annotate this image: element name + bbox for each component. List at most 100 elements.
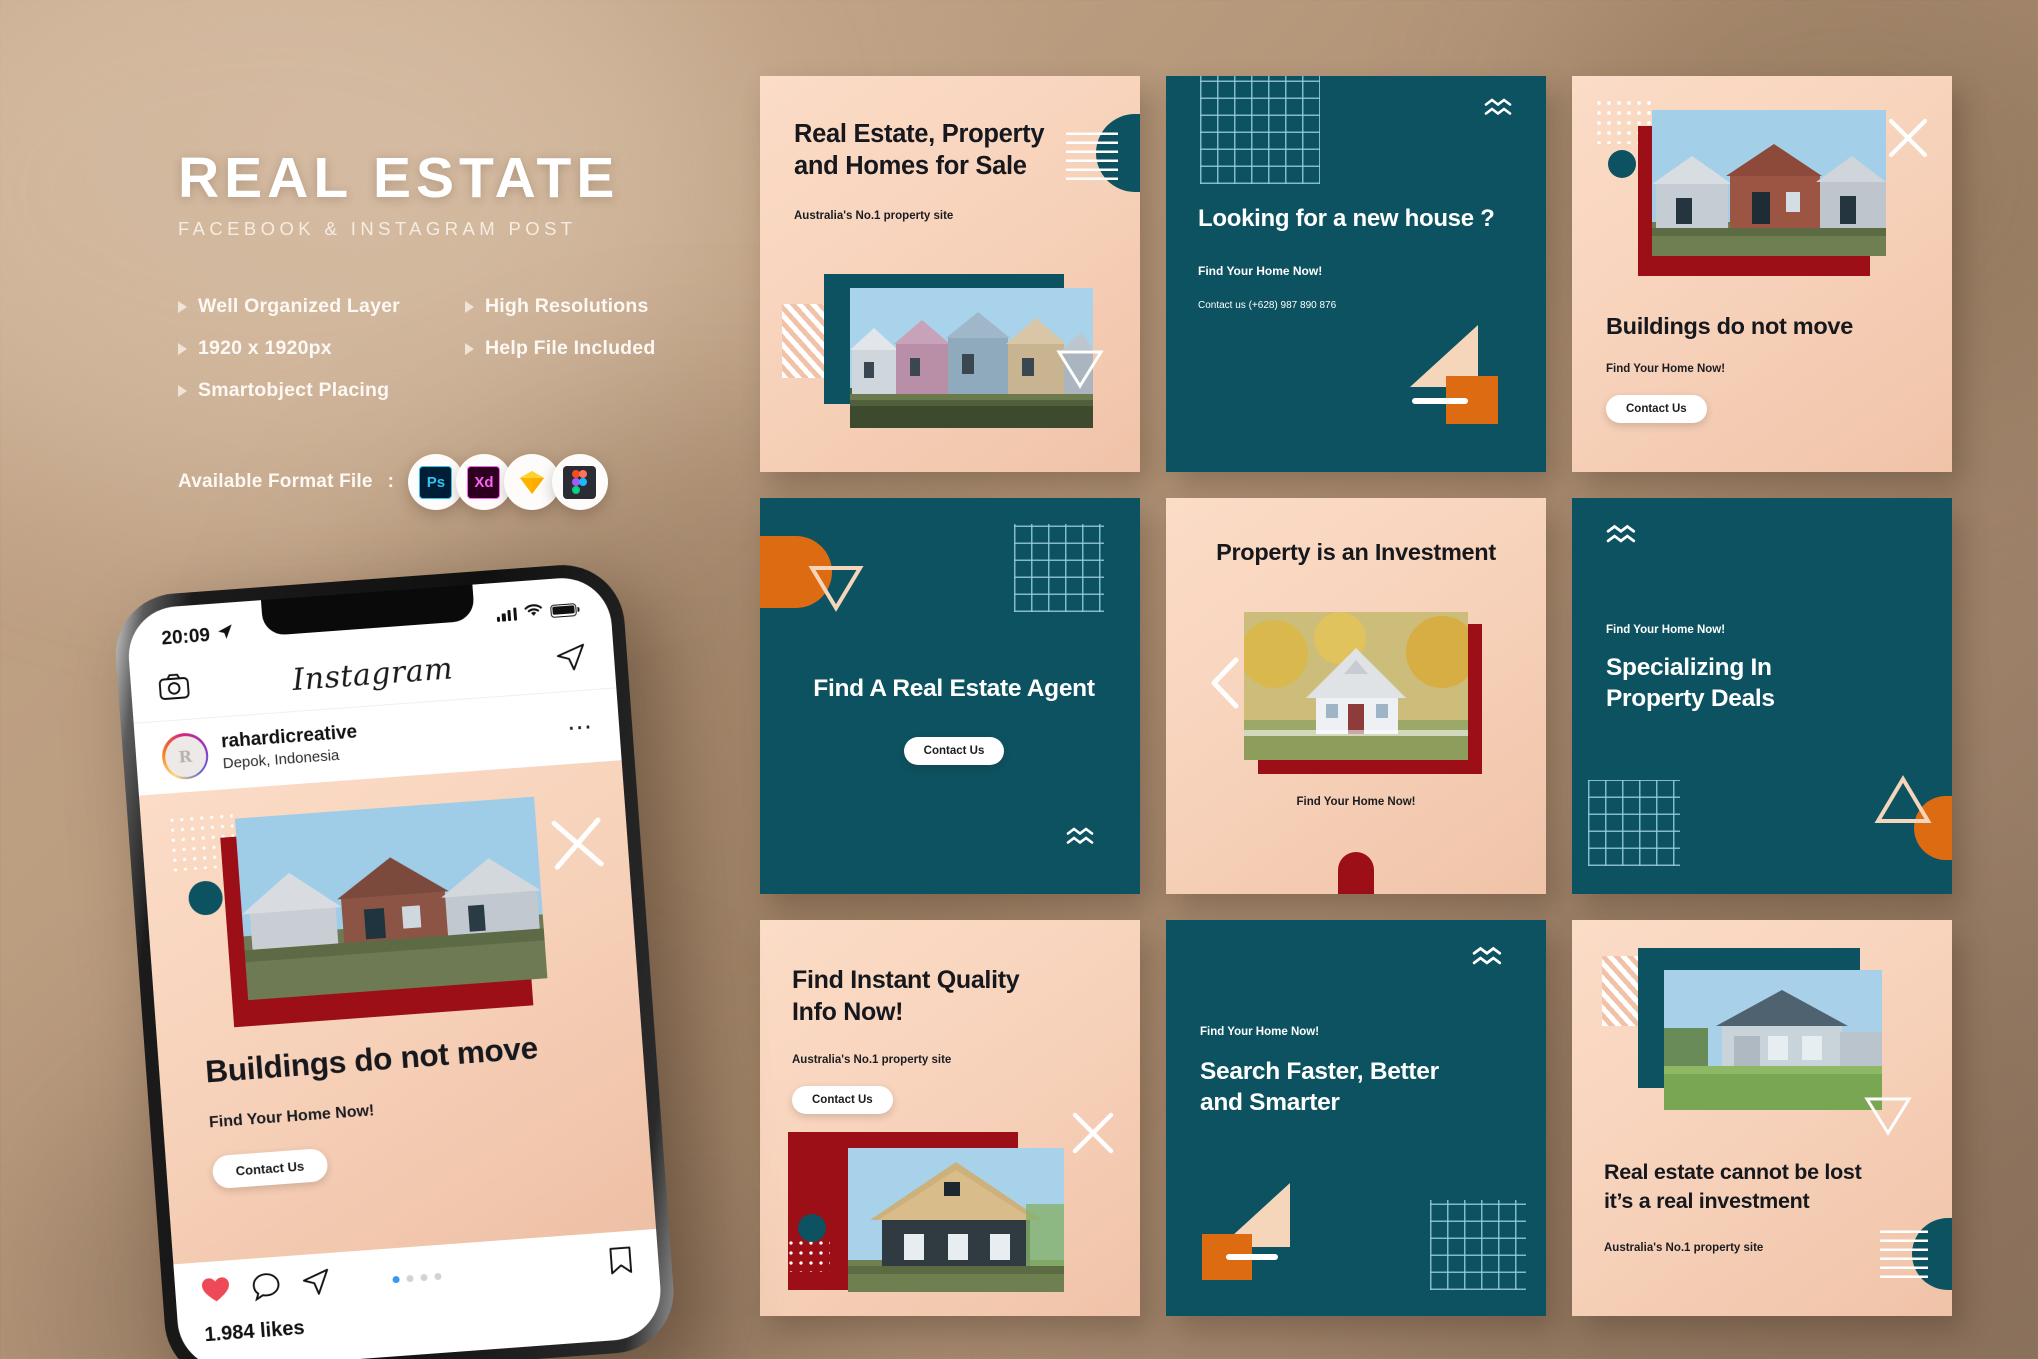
card-eyebrow: Find Your Home Now!	[1606, 624, 1726, 636]
phone-mockup: 20:09 Instagram R rahardicreative Depok,…	[111, 560, 688, 1359]
peach-triangle-decoration	[1408, 325, 1482, 398]
caret-right-icon	[465, 342, 474, 355]
card-title: Find A Real Estate Agent	[813, 675, 1095, 702]
contact-us-button[interactable]: Contact Us	[792, 1086, 893, 1114]
grid-pattern-decoration	[1200, 76, 1320, 184]
feature-list: Well Organized Layer 1920 x 1920px Smart…	[178, 295, 698, 402]
red-arch-decoration	[1338, 852, 1374, 894]
card-find-agent[interactable]: Find A Real Estate Agent Contact Us	[760, 498, 1140, 894]
orange-square-decoration	[1446, 376, 1498, 424]
cross-decoration	[1070, 1110, 1116, 1161]
contact-us-button[interactable]: Contact Us	[211, 1148, 329, 1190]
card-subtitle: Find Your Home Now!	[1198, 264, 1323, 278]
caret-right-icon	[465, 300, 474, 313]
card-search-faster[interactable]: Find Your Home Now! Search Faster, Bette…	[1166, 920, 1546, 1316]
feature-item: Smartobject Placing	[178, 379, 465, 402]
avatar[interactable]: R	[160, 731, 210, 781]
feature-label: Help File Included	[485, 337, 656, 359]
post-template-grid: Real Estate, Property and Homes for Sale…	[760, 76, 1952, 1316]
teal-circle-decoration	[1608, 150, 1636, 178]
feature-label: 1920 x 1920px	[198, 337, 332, 359]
phone-screen: 20:09 Instagram R rahardicreative Depok,…	[125, 574, 664, 1359]
signal-bars-icon	[496, 606, 518, 622]
contact-us-button[interactable]: Contact Us	[1606, 394, 1707, 423]
page-title: REAL ESTATE	[178, 146, 620, 210]
orange-square-decoration	[1202, 1234, 1252, 1280]
card-title: Real Estate, Property and Homes for Sale	[794, 120, 1045, 181]
page-subtitle: FACEBOOK & INSTAGRAM POST	[178, 218, 577, 239]
location-arrow-icon	[216, 623, 234, 646]
card-real-estate-cannot[interactable]: Real estate cannot be lost it’s a real i…	[1572, 920, 1952, 1316]
card-eyebrow: Find Your Home Now!	[1200, 1026, 1320, 1038]
white-bar-decoration	[1412, 398, 1468, 404]
format-badge-figma[interactable]	[551, 454, 608, 510]
paper-plane-icon[interactable]	[555, 643, 587, 678]
comment-icon[interactable]	[251, 1271, 281, 1306]
feature-label: Well Organized Layer	[198, 295, 400, 317]
diagonal-stripes-decoration	[782, 304, 838, 378]
wave-icon	[1472, 946, 1504, 973]
bookmark-icon[interactable]	[608, 1245, 633, 1280]
triangle-outline-decoration	[1874, 775, 1932, 830]
phone-body: 20:09 Instagram R rahardicreative Depok,…	[111, 560, 678, 1359]
card-title: Search Faster, Better and Smarter	[1200, 1058, 1439, 1117]
stripe-decoration	[1066, 126, 1118, 180]
carousel-pager[interactable]	[392, 1272, 442, 1283]
card-buildings-do-not-move[interactable]: Buildings do not move Find Your Home Now…	[1572, 76, 1952, 472]
post-image: Buildings do not move Find Your Home Now…	[138, 760, 657, 1265]
pager-dot[interactable]	[406, 1274, 414, 1282]
card-title: Find Instant Quality Info Now!	[792, 966, 1020, 1026]
peach-triangle-decoration	[1218, 1183, 1296, 1258]
adobe-xd-icon: Xd	[467, 465, 501, 499]
caret-right-icon	[178, 300, 187, 313]
feature-item: High Resolutions	[465, 295, 655, 318]
card-property-investment[interactable]: Property is an Investment Find Your Home…	[1166, 498, 1546, 894]
property-photo	[1664, 970, 1882, 1110]
sketch-icon	[515, 466, 548, 499]
cross-decoration	[1886, 116, 1930, 165]
card-looking-new-house[interactable]: Looking for a new house ? Find Your Home…	[1166, 76, 1546, 472]
wave-icon	[1066, 827, 1096, 852]
card-instant-quality-info[interactable]: Find Instant Quality Info Now! Australia…	[760, 920, 1140, 1316]
feature-item: Help File Included	[465, 337, 655, 360]
camera-icon[interactable]	[158, 673, 190, 706]
card-subtitle: Find Your Home Now!	[1606, 362, 1726, 375]
ellipsis-icon[interactable]: ⋯	[566, 712, 594, 742]
figma-icon	[563, 465, 597, 499]
wave-icon	[1606, 524, 1638, 551]
contact-us-button[interactable]: Contact Us	[903, 736, 1005, 765]
card-title: Buildings do not move	[1606, 313, 1853, 339]
property-photo	[848, 1148, 1064, 1292]
cross-decoration	[548, 814, 608, 879]
paper-plane-icon[interactable]	[301, 1268, 331, 1302]
post-heading: Buildings do not move	[204, 1029, 539, 1090]
feature-label: High Resolutions	[485, 295, 649, 317]
available-formats: Available Format File : Ps Xd	[178, 454, 698, 510]
card-subtitle: Australia's No.1 property site	[792, 1054, 952, 1066]
card-title: Real estate cannot be lost it’s a real i…	[1604, 1160, 1862, 1213]
card-title: Property is an Investment	[1216, 539, 1496, 565]
triangle-outline-decoration	[808, 564, 864, 617]
card-specializing[interactable]: Find Your Home Now! Specializing In Prop…	[1572, 498, 1952, 894]
heart-icon[interactable]	[200, 1275, 231, 1309]
pager-dot[interactable]	[434, 1272, 442, 1280]
feature-label: Smartobject Placing	[198, 379, 390, 401]
card-contact: Contact us (+628) 987 890 876	[1198, 300, 1337, 311]
card-subtitle: Australia's No.1 property site	[1604, 1241, 1764, 1254]
left-chevron-icon	[1208, 656, 1242, 715]
property-photo	[234, 796, 548, 1001]
wave-icon	[1484, 98, 1514, 123]
property-photo	[850, 288, 1093, 428]
pager-dot[interactable]	[392, 1275, 400, 1283]
card-title: Looking for a new house ?	[1198, 205, 1495, 232]
grid-pattern-decoration	[1014, 524, 1104, 612]
card-real-estate-property[interactable]: Real Estate, Property and Homes for Sale…	[760, 76, 1140, 472]
formats-label: Available Format File	[178, 471, 373, 492]
status-time: 20:09	[160, 625, 211, 650]
teal-circle-decoration	[187, 879, 224, 917]
grid-pattern-decoration	[1588, 780, 1680, 866]
pager-dot[interactable]	[420, 1273, 428, 1281]
caret-right-icon	[178, 384, 187, 397]
battery-icon	[550, 602, 577, 618]
formats-colon: :	[387, 471, 394, 492]
